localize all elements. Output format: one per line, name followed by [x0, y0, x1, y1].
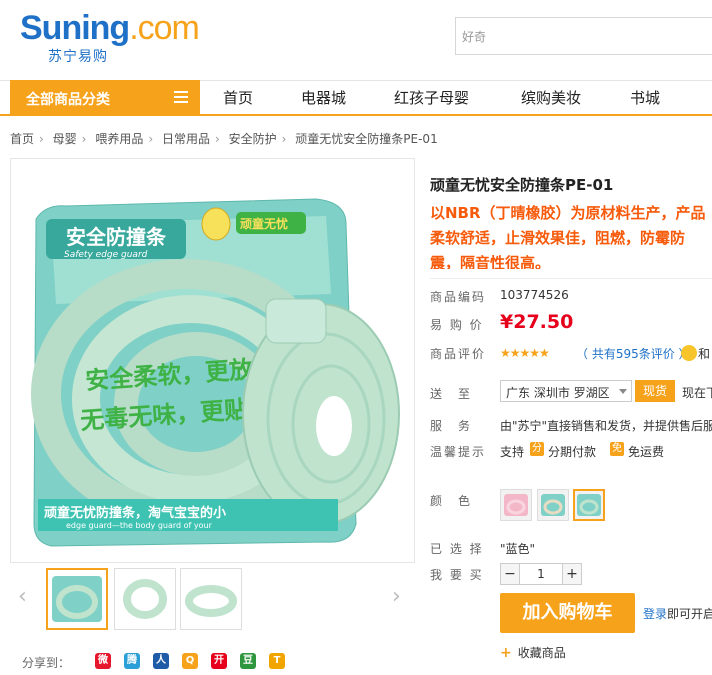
- code-label: 商品编码: [430, 290, 487, 304]
- installment-icon: 分: [530, 442, 544, 456]
- info-divider: [430, 278, 712, 279]
- weibo-icon[interactable]: 微: [95, 653, 111, 669]
- login-suffix: 即可开启: [667, 607, 712, 621]
- tianya-icon[interactable]: T: [269, 653, 285, 669]
- service-label: 服 务: [430, 419, 473, 433]
- thumbnail-strip: [10, 566, 415, 632]
- selected-label: 已 选 择: [430, 542, 484, 556]
- logo-subtitle: 苏宁易购: [48, 49, 108, 65]
- color-swatch-blue[interactable]: [573, 489, 605, 521]
- kaixin-icon[interactable]: 开: [211, 653, 227, 669]
- review-count-link[interactable]: （ 共有595条评价 ）: [576, 345, 691, 362]
- all-categories-label: 全部商品分类: [26, 92, 110, 108]
- color-label: 颜 色: [430, 494, 473, 508]
- selected-value: "蓝色": [500, 542, 536, 556]
- logo-dotcom: .com: [129, 9, 200, 47]
- breadcrumb: 首页 › 母婴 › 喂养用品 › 日常用品 › 安全防护 › 顽童无忧安全防撞条PE-01: [10, 132, 438, 146]
- thumbnail[interactable]: [114, 568, 176, 630]
- add-to-cart-button[interactable]: 加入购物车: [500, 593, 635, 633]
- nav-item-home[interactable]: 首页: [223, 80, 253, 116]
- breadcrumb-item[interactable]: 日常用品: [162, 132, 210, 146]
- breadcrumb-item[interactable]: 安全防护: [229, 132, 277, 146]
- douban-icon[interactable]: 豆: [240, 653, 256, 669]
- thumbnail[interactable]: [46, 568, 108, 630]
- region-select[interactable]: 广东 深圳市 罗湖区: [500, 380, 632, 402]
- share-label: 分享到：: [22, 656, 71, 670]
- breadcrumb-item[interactable]: 母婴: [53, 132, 77, 146]
- color-swatch-pink[interactable]: [500, 489, 532, 521]
- tips-support: 支持: [500, 445, 525, 459]
- free-shipping-icon: 免: [610, 442, 624, 456]
- login-prompt: 登录即可开启: [643, 605, 712, 622]
- color-swatch-beige[interactable]: [537, 489, 569, 521]
- breadcrumb-item[interactable]: 喂养用品: [95, 132, 143, 146]
- product-photo[interactable]: 安全防撞条 Safety edge guard 顽童无忧 安全柔软，更放心 无毒…: [26, 164, 401, 549]
- tips-installment[interactable]: 分期付款: [548, 443, 596, 460]
- qzone-icon[interactable]: Q: [182, 653, 198, 669]
- product-code: 103774526: [500, 288, 569, 302]
- packaging-text: 安全防撞条: [66, 225, 167, 249]
- search-input[interactable]: 好奇: [455, 17, 712, 55]
- stock-badge: 现货: [635, 380, 675, 402]
- all-categories-button[interactable]: 全部商品分类: [10, 80, 200, 116]
- plus-icon: +: [500, 645, 512, 661]
- product-title: 顽童无忧安全防撞条PE-01: [430, 176, 614, 194]
- favorite-label: 收藏商品: [517, 646, 566, 660]
- suning-logo[interactable]: Suning.com 苏宁易购: [20, 9, 220, 65]
- region-value: 广东 深圳市 罗湖区: [506, 386, 610, 400]
- tips-free-shipping: 免运费: [628, 445, 665, 459]
- breadcrumb-item[interactable]: 首页: [10, 132, 34, 146]
- nav-item-baby[interactable]: 红孩子母婴: [394, 80, 469, 116]
- smiley-icon: [681, 345, 697, 361]
- quantity-decrease-button[interactable]: −: [500, 563, 520, 585]
- review-more-text: 和: [698, 347, 711, 361]
- review-label: 商品评价: [430, 347, 487, 361]
- product-image-frame: 安全防撞条 Safety edge guard 顽童无忧 安全柔软，更放心 无毒…: [10, 158, 415, 563]
- login-link[interactable]: 登录: [643, 607, 667, 621]
- menu-icon: [174, 91, 188, 103]
- product-price: ¥27.50: [500, 311, 574, 333]
- ship-now-text: 现在下: [682, 386, 712, 400]
- nav-item-beauty[interactable]: 缤购美妆: [521, 80, 581, 116]
- favorite-button[interactable]: + 收藏商品: [500, 644, 566, 661]
- nav-item-electronics[interactable]: 电器城: [301, 80, 346, 116]
- product-promo: 以NBR（丁晴橡胶）为原材料生产，产品柔软舒适，止滑效果佳，阻燃，防霉防震，隔音…: [430, 204, 706, 269]
- thumbnail[interactable]: [180, 568, 242, 630]
- service-text: 由"苏宁"直接销售和发货，并提供售后服: [500, 419, 712, 433]
- tencent-weibo-icon[interactable]: 腾: [124, 653, 140, 669]
- brand-text: 顽童无忧: [240, 216, 288, 231]
- price-label: 易 购 价: [430, 318, 484, 332]
- nav-item-books[interactable]: 书城: [630, 80, 660, 116]
- ship-label: 送 至: [430, 387, 473, 401]
- packaging-subtext: Safety edge guard: [64, 250, 148, 260]
- packaging-bottom-text: 顽童无忧防撞条，淘气宝宝的小: [44, 505, 226, 521]
- tips-label: 温馨提示: [430, 445, 487, 459]
- rating-stars: ★★★★★: [500, 346, 550, 360]
- quantity-increase-button[interactable]: +: [562, 563, 582, 585]
- renren-icon[interactable]: 人: [153, 653, 169, 669]
- chevron-down-icon: [619, 389, 627, 394]
- logo-text: Suning: [20, 9, 130, 47]
- breadcrumb-current: 顽童无忧安全防撞条PE-01: [295, 132, 438, 146]
- packaging-bottom-subtext: edge guard—the body guard of your: [66, 521, 213, 530]
- quantity-input[interactable]: 1: [519, 563, 563, 585]
- quantity-label: 我 要 买: [430, 568, 484, 582]
